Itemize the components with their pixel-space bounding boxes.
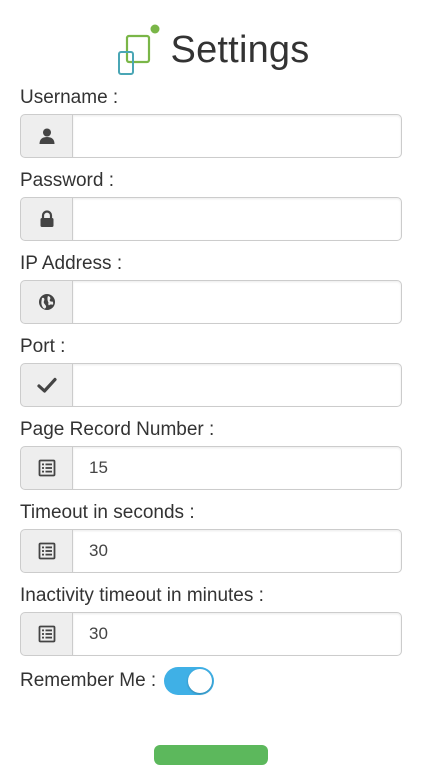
timeout-seconds-input-group bbox=[20, 529, 402, 573]
inactivity-timeout-input-group bbox=[20, 612, 402, 656]
inactivity-timeout-label: Inactivity timeout in minutes : bbox=[20, 585, 264, 606]
ip-address-input-group bbox=[20, 280, 402, 324]
remember-me-label: Remember Me : bbox=[20, 670, 157, 691]
password-field: Password : bbox=[20, 170, 402, 253]
page-header: Settings bbox=[0, 22, 422, 78]
list-icon bbox=[20, 446, 72, 490]
ip-address-field: IP Address : bbox=[20, 253, 402, 336]
remember-me-toggle[interactable] bbox=[164, 667, 215, 695]
password-label: Password : bbox=[20, 170, 114, 191]
username-input-group bbox=[20, 114, 402, 158]
ip-address-label: IP Address : bbox=[20, 253, 123, 274]
globe-icon bbox=[20, 280, 72, 324]
save-button[interactable] bbox=[154, 745, 268, 765]
inactivity-timeout-input[interactable] bbox=[72, 612, 402, 656]
timeout-seconds-label: Timeout in seconds : bbox=[20, 502, 195, 523]
page-record-number-label: Page Record Number : bbox=[20, 419, 215, 440]
list-icon bbox=[20, 612, 72, 656]
page-record-number-field: Page Record Number : bbox=[20, 419, 402, 502]
timeout-seconds-input[interactable] bbox=[72, 529, 402, 573]
remember-me-row: Remember Me : bbox=[20, 666, 215, 696]
devices-logo-icon bbox=[113, 22, 165, 78]
port-input[interactable] bbox=[72, 363, 402, 407]
settings-form: Username : Password : IP Address : Port … bbox=[20, 87, 402, 668]
inactivity-timeout-field: Inactivity timeout in minutes : bbox=[20, 585, 402, 668]
password-input-group bbox=[20, 197, 402, 241]
user-icon bbox=[20, 114, 72, 158]
username-input[interactable] bbox=[72, 114, 402, 158]
ip-address-input[interactable] bbox=[72, 280, 402, 324]
username-field: Username : bbox=[20, 87, 402, 170]
toggle-knob bbox=[188, 669, 213, 693]
list-icon bbox=[20, 529, 72, 573]
page-record-number-input[interactable] bbox=[72, 446, 402, 490]
port-input-group bbox=[20, 363, 402, 407]
page-record-number-input-group bbox=[20, 446, 402, 490]
password-input[interactable] bbox=[72, 197, 402, 241]
timeout-seconds-field: Timeout in seconds : bbox=[20, 502, 402, 585]
lock-icon bbox=[20, 197, 72, 241]
page-title: Settings bbox=[170, 28, 310, 71]
username-label: Username : bbox=[20, 87, 119, 108]
checkmark-icon bbox=[20, 363, 72, 407]
port-field: Port : bbox=[20, 336, 402, 419]
port-label: Port : bbox=[20, 336, 66, 357]
